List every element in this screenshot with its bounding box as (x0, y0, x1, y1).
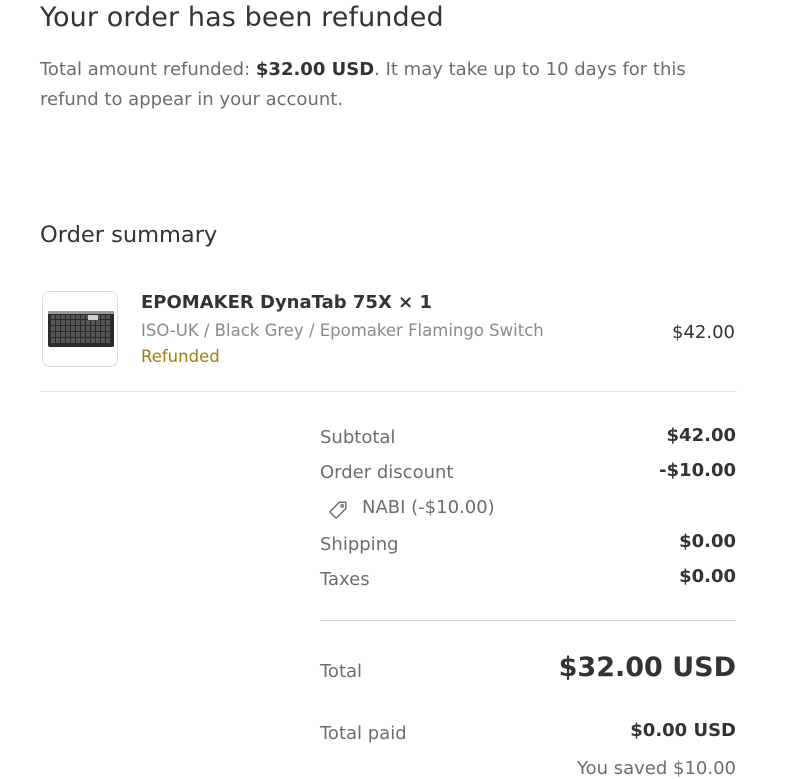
refund-message: Total amount refunded: $32.00 USD. It ma… (40, 55, 740, 115)
tag-icon (329, 501, 347, 519)
discount-code: NABI (-$10.00) (362, 497, 495, 518)
savings-text: You saved $10.00 (576, 758, 736, 779)
divider (320, 620, 736, 621)
product-variant: ISO-UK / Black Grey / Epomaker Flamingo … (141, 321, 544, 340)
total-paid-label: Total paid (320, 723, 407, 744)
product-status-refunded: Refunded (141, 347, 220, 366)
divider (40, 391, 737, 392)
taxes-label: Taxes (320, 569, 370, 590)
order-discount-value: -$10.00 (659, 460, 736, 481)
taxes-value: $0.00 (679, 566, 736, 587)
refund-message-prefix: Total amount refunded: (40, 59, 256, 80)
order-summary-title: Order summary (40, 222, 218, 248)
product-thumbnail (42, 291, 118, 367)
product-name: EPOMAKER DynaTab 75X × 1 (141, 292, 432, 313)
product-price: $42.00 (672, 322, 735, 343)
order-discount-label: Order discount (320, 462, 454, 483)
shipping-label: Shipping (320, 534, 399, 555)
total-label: Total (320, 661, 363, 682)
keyboard-product-image (48, 311, 114, 347)
shipping-value: $0.00 (679, 531, 736, 552)
page-title: Your order has been refunded (40, 2, 444, 33)
refund-amount: $32.00 USD (255, 59, 375, 80)
total-paid-value: $0.00 USD (630, 720, 736, 741)
subtotal-label: Subtotal (320, 427, 396, 448)
total-value: $32.00 USD (558, 652, 736, 683)
subtotal-value: $42.00 (666, 425, 736, 446)
